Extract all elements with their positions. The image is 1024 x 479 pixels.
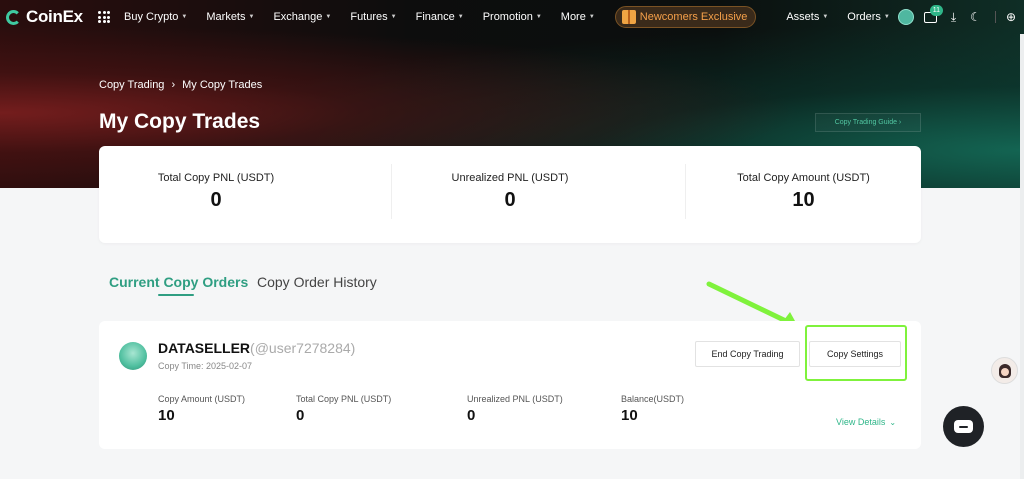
nav-label: Promotion bbox=[482, 11, 533, 23]
nav-label: Finance bbox=[415, 11, 455, 23]
nav-assets[interactable]: Assets ▼ bbox=[786, 11, 828, 23]
chevron-down-icon: ⌄ bbox=[889, 417, 897, 427]
chevron-right-icon: › bbox=[171, 79, 176, 91]
stat-value: 10 bbox=[792, 189, 815, 211]
nav-orders[interactable]: Orders ▼ bbox=[847, 11, 890, 23]
unrealized-pnl-stat: Unrealized PNL (USDT) 0 bbox=[435, 172, 585, 212]
breadcrumb-parent[interactable]: Copy Trading bbox=[99, 79, 164, 91]
caret-down-icon: ▼ bbox=[535, 14, 542, 20]
copy-order-card: DATASELLER(@user7278284) Copy Time: 2025… bbox=[99, 321, 921, 449]
balance-metric: Balance(USDT) 10 bbox=[621, 394, 684, 424]
agent-face-icon bbox=[998, 363, 1011, 378]
page-title: My Copy Trades bbox=[99, 110, 261, 133]
caret-down-icon: ▼ bbox=[181, 14, 188, 20]
chat-glyph bbox=[954, 420, 973, 433]
divider bbox=[685, 164, 686, 219]
stat-label: Total Copy Amount (USDT) bbox=[737, 172, 870, 184]
message-icon[interactable]: 11 bbox=[923, 4, 943, 23]
nav-promotion[interactable]: Promotion ▼ bbox=[483, 11, 542, 23]
nav-divider bbox=[994, 11, 996, 23]
nav-label: More bbox=[560, 11, 586, 23]
trader-name[interactable]: DATASELLER(@user7278284) bbox=[158, 340, 355, 356]
logo-icon bbox=[6, 9, 21, 25]
copy-trading-guide-link[interactable]: Copy Trading Guide › bbox=[815, 113, 921, 132]
tab-active-indicator bbox=[158, 294, 194, 296]
nav-label: Orders bbox=[847, 11, 881, 23]
logo[interactable]: CoinEx bbox=[6, 7, 94, 27]
trader-avatar[interactable] bbox=[119, 342, 147, 370]
metric-label: Unrealized PNL (USDT) bbox=[467, 394, 563, 404]
unrealized-pnl-metric: Unrealized PNL (USDT) 0 bbox=[467, 394, 563, 424]
view-details-link[interactable]: View Details ⌄ bbox=[836, 417, 896, 427]
apps-icon[interactable] bbox=[98, 11, 110, 23]
metric-value: 10 bbox=[621, 407, 638, 424]
caret-down-icon: ▼ bbox=[588, 14, 595, 20]
nav-buy-crypto[interactable]: Buy Crypto ▼ bbox=[124, 11, 187, 23]
nav-exchange[interactable]: Exchange ▼ bbox=[273, 11, 331, 23]
nav-markets[interactable]: Markets ▼ bbox=[206, 11, 254, 23]
nav-label: Buy Crypto bbox=[124, 11, 179, 23]
copy-settings-button[interactable]: Copy Settings bbox=[809, 341, 901, 367]
nav-label: Futures bbox=[350, 11, 388, 23]
end-copy-trading-button[interactable]: End Copy Trading bbox=[695, 341, 800, 367]
caret-down-icon: ▼ bbox=[390, 14, 397, 20]
view-details-label: View Details bbox=[836, 417, 886, 427]
nav-label: Exchange bbox=[273, 11, 323, 23]
support-agent-avatar[interactable] bbox=[991, 357, 1018, 384]
summary-card: Total Copy PNL (USDT) 0 Unrealized PNL (… bbox=[99, 146, 921, 243]
promo-label: Newcomers Exclusive bbox=[639, 11, 748, 23]
copy-time: Copy Time: 2025-02-07 bbox=[158, 361, 253, 371]
chat-icon[interactable] bbox=[943, 406, 984, 447]
caret-down-icon: ▼ bbox=[325, 14, 332, 20]
breadcrumb-current: My Copy Trades bbox=[182, 79, 263, 91]
tab-copy-order-history[interactable]: Copy Order History bbox=[257, 274, 377, 290]
nav-label: Assets bbox=[786, 11, 820, 23]
metric-label: Total Copy PNL (USDT) bbox=[296, 394, 392, 404]
stat-label: Total Copy PNL (USDT) bbox=[157, 172, 275, 184]
download-icon[interactable]: ⤓ bbox=[951, 10, 956, 25]
trader-name-text: DATASELLER bbox=[158, 340, 251, 356]
newcomers-promo-button[interactable]: Newcomers Exclusive bbox=[614, 6, 757, 28]
metric-label: Copy Amount (USDT) bbox=[158, 394, 246, 404]
top-nav: CoinEx Buy Crypto ▼ Markets ▼ Exchange ▼ Fu… bbox=[0, 0, 1024, 34]
copy-amount-metric: Copy Amount (USDT) 10 bbox=[158, 394, 245, 424]
user-avatar[interactable] bbox=[897, 9, 914, 25]
caret-down-icon: ▼ bbox=[883, 14, 890, 20]
metric-label: Balance(USDT) bbox=[621, 394, 685, 404]
gift-icon bbox=[621, 10, 636, 24]
metric-value: 0 bbox=[296, 407, 305, 424]
caret-down-icon: ▼ bbox=[248, 14, 255, 20]
nav-label: Markets bbox=[206, 11, 246, 23]
stat-label: Unrealized PNL (USDT) bbox=[451, 172, 569, 184]
divider bbox=[391, 164, 392, 219]
nav-futures[interactable]: Futures ▼ bbox=[350, 11, 396, 23]
globe-icon[interactable]: ⊕ bbox=[1006, 10, 1016, 24]
nav-right: Assets ▼ Orders ▼ 11 ⤓ ☾ ⊕ bbox=[786, 0, 1024, 34]
message-count-badge: 11 bbox=[929, 4, 943, 16]
tab-current-copy-orders[interactable]: Current Copy Orders bbox=[109, 274, 248, 290]
scrollbar[interactable] bbox=[1020, 34, 1024, 479]
total-copy-amount-stat: Total Copy Amount (USDT) 10 bbox=[721, 172, 886, 212]
moon-icon[interactable]: ☾ bbox=[970, 10, 981, 24]
nav-more[interactable]: More ▼ bbox=[561, 11, 595, 23]
caret-down-icon: ▼ bbox=[457, 14, 464, 20]
logo-text: CoinEx bbox=[26, 7, 83, 26]
total-copy-pnl-stat: Total Copy PNL (USDT) 0 bbox=[141, 172, 291, 212]
metric-value: 0 bbox=[467, 407, 476, 424]
nav-finance[interactable]: Finance ▼ bbox=[416, 11, 464, 23]
metric-value: 10 bbox=[158, 407, 175, 424]
breadcrumb: Copy Trading › My Copy Trades bbox=[99, 79, 262, 91]
stat-value: 0 bbox=[210, 189, 222, 211]
total-copy-pnl-metric: Total Copy PNL (USDT) 0 bbox=[296, 394, 391, 424]
stat-value: 0 bbox=[504, 189, 516, 211]
caret-down-icon: ▼ bbox=[822, 14, 829, 20]
trader-handle: (@user7278284) bbox=[250, 340, 356, 356]
